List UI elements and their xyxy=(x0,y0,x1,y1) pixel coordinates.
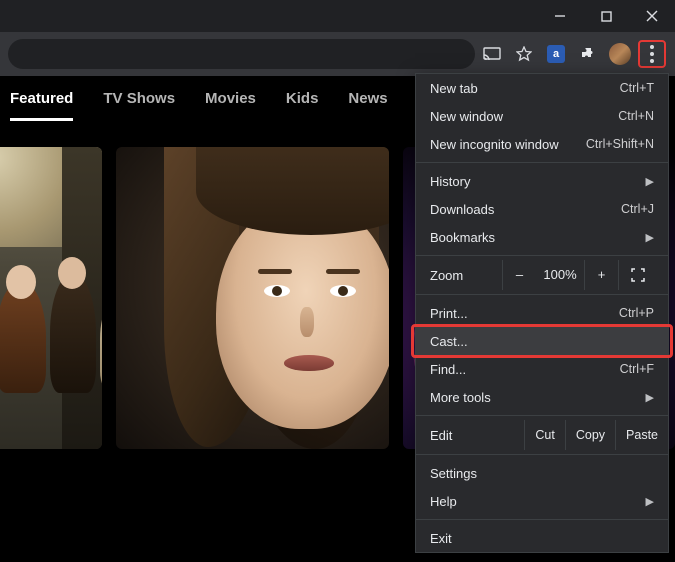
kebab-icon xyxy=(650,45,654,63)
zoom-out-button[interactable]: – xyxy=(502,260,536,290)
paste-button[interactable]: Paste xyxy=(615,420,668,450)
minimize-button[interactable] xyxy=(537,0,583,32)
titlebar xyxy=(0,0,675,32)
menu-more-tools[interactable]: More tools▶ xyxy=(416,383,668,411)
extensions-puzzle-icon[interactable] xyxy=(573,39,603,69)
chrome-menu: New tabCtrl+T New windowCtrl+N New incog… xyxy=(415,73,669,553)
menu-downloads[interactable]: DownloadsCtrl+J xyxy=(416,195,668,223)
fullscreen-button[interactable] xyxy=(618,260,656,290)
chevron-right-icon: ▶ xyxy=(638,391,654,404)
menu-cast[interactable]: Cast... xyxy=(416,327,668,355)
bookmark-star-icon[interactable] xyxy=(509,39,539,69)
tab-tv-shows[interactable]: TV Shows xyxy=(103,90,175,107)
profile-avatar[interactable] xyxy=(605,39,635,69)
menu-find[interactable]: Find...Ctrl+F xyxy=(416,355,668,383)
content-card-abbey[interactable]: ABBEY xyxy=(0,147,102,449)
close-button[interactable] xyxy=(629,0,675,32)
content-card-portrait[interactable] xyxy=(116,147,388,449)
cut-button[interactable]: Cut xyxy=(524,420,564,450)
chrome-menu-button[interactable] xyxy=(637,39,667,69)
menu-incognito[interactable]: New incognito windowCtrl+Shift+N xyxy=(416,130,668,158)
copy-button[interactable]: Copy xyxy=(565,420,615,450)
browser-toolbar: a xyxy=(0,32,675,76)
chevron-right-icon: ▶ xyxy=(638,175,654,188)
maximize-button[interactable] xyxy=(583,0,629,32)
chevron-right-icon: ▶ xyxy=(638,495,654,508)
menu-print[interactable]: Print...Ctrl+P xyxy=(416,299,668,327)
menu-new-tab[interactable]: New tabCtrl+T xyxy=(416,74,668,102)
menu-new-window[interactable]: New windowCtrl+N xyxy=(416,102,668,130)
cast-toolbar-icon[interactable] xyxy=(477,39,507,69)
extension-a-icon[interactable]: a xyxy=(541,39,571,69)
menu-exit[interactable]: Exit xyxy=(416,524,668,552)
chevron-right-icon: ▶ xyxy=(638,231,654,244)
tab-news[interactable]: News xyxy=(348,90,387,107)
chrome-menu-highlight xyxy=(638,40,666,68)
menu-history[interactable]: History▶ xyxy=(416,167,668,195)
menu-edit-row: Edit Cut Copy Paste xyxy=(416,420,668,450)
zoom-label: Zoom xyxy=(416,268,502,283)
menu-zoom-row: Zoom – 100% + xyxy=(416,260,668,290)
edit-label: Edit xyxy=(416,428,524,443)
browser-window: a Featured TV Shows Movies Kids News Spo… xyxy=(0,0,675,562)
address-bar[interactable] xyxy=(8,39,475,69)
tab-movies[interactable]: Movies xyxy=(205,90,256,107)
menu-settings[interactable]: Settings xyxy=(416,459,668,487)
zoom-value: 100% xyxy=(536,260,584,290)
menu-help[interactable]: Help▶ xyxy=(416,487,668,515)
tab-kids[interactable]: Kids xyxy=(286,90,319,107)
tab-featured[interactable]: Featured xyxy=(10,90,73,107)
menu-bookmarks[interactable]: Bookmarks▶ xyxy=(416,223,668,251)
zoom-in-button[interactable]: + xyxy=(584,260,618,290)
